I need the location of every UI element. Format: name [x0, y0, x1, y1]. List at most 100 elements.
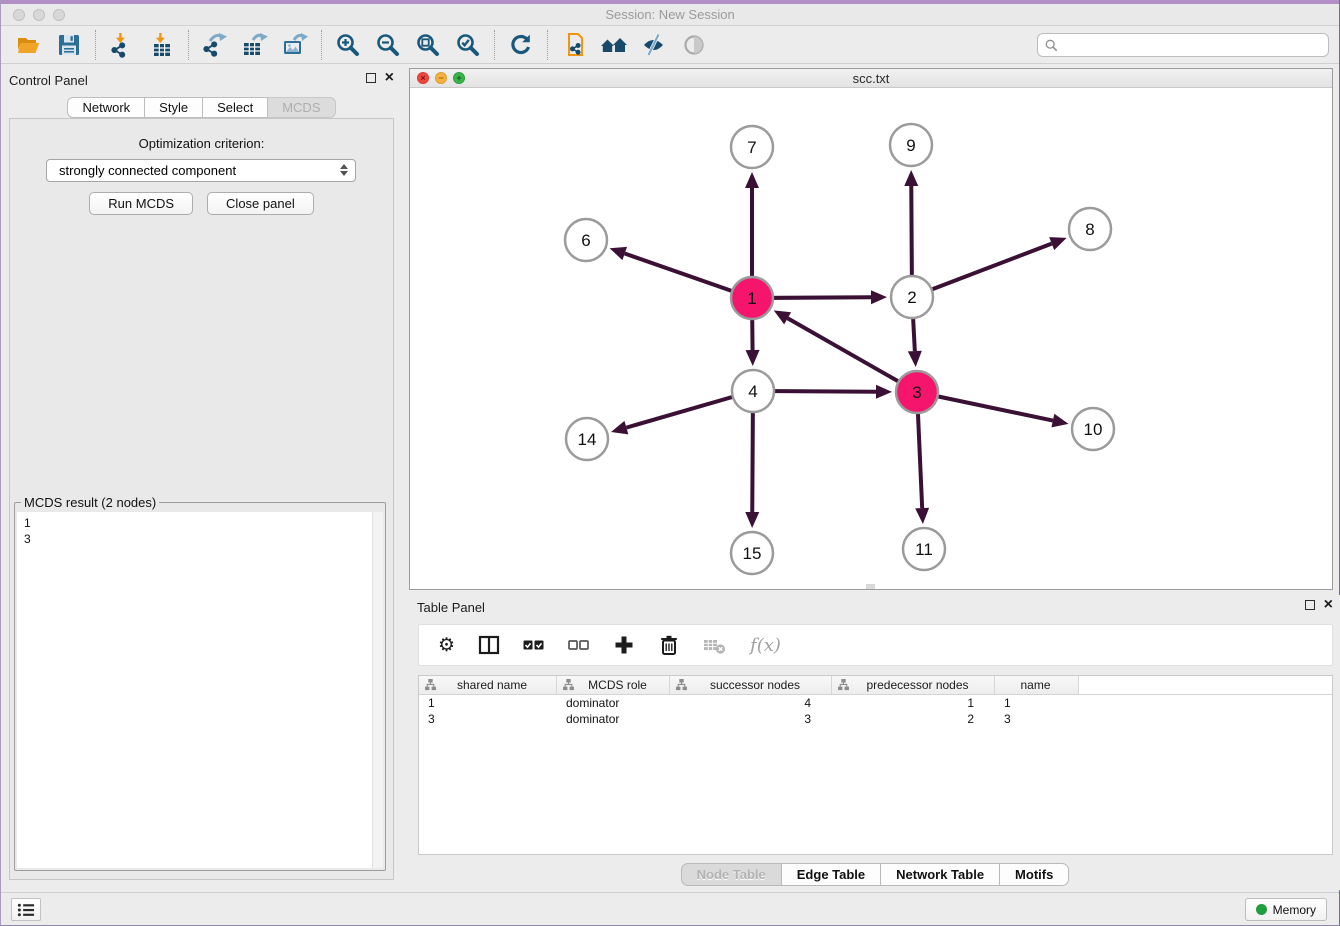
flow-icon [676, 679, 687, 691]
run-mcds-button[interactable]: Run MCDS [89, 192, 193, 215]
flow-icon [563, 679, 574, 691]
zoom-selected-button[interactable] [448, 29, 488, 61]
export-image-button[interactable] [275, 29, 315, 61]
mcds-result-line: 3 [17, 531, 383, 547]
birds-eye-button[interactable] [674, 29, 714, 61]
export-network-button[interactable] [195, 29, 235, 61]
hide-details-button[interactable] [634, 29, 674, 61]
zoom-out-icon [375, 32, 401, 58]
open-session-button[interactable] [9, 29, 49, 61]
result-scrollbar[interactable] [372, 512, 383, 868]
refresh-button[interactable] [501, 29, 541, 61]
graph-node-label: 1 [747, 289, 756, 308]
column-header-predecessor-nodes[interactable]: predecessor nodes [832, 676, 995, 694]
network-graph: 1234678910111415 [410, 88, 1332, 589]
delete-table-button[interactable] [703, 634, 727, 656]
network-window-titlebar[interactable]: × − + scc.txt [410, 69, 1332, 88]
columns-icon [478, 634, 500, 656]
toolbar-separator [321, 30, 322, 60]
memory-status-icon [1256, 904, 1267, 915]
search-input[interactable] [1063, 38, 1321, 52]
column-header-successor-nodes[interactable]: successor nodes [670, 676, 832, 694]
save-icon [56, 32, 82, 58]
node-table: shared name MCDS role successor nodes pr… [418, 675, 1333, 855]
float-table-panel-icon[interactable] [1305, 600, 1315, 610]
zoom-out-button[interactable] [368, 29, 408, 61]
tab-network[interactable]: Network [67, 97, 145, 118]
table-toolbar: ⚙ [418, 624, 1333, 666]
table-settings-button[interactable]: ⚙ [438, 636, 455, 655]
select-all-rows-button[interactable] [523, 634, 545, 656]
tab-node-table[interactable]: Node Table [681, 863, 782, 886]
toolbar-separator [188, 30, 189, 60]
tab-select[interactable]: Select [203, 97, 268, 118]
show-columns-button[interactable] [478, 634, 500, 656]
mcds-tab-panel: Optimization criterion: strongly connect… [9, 118, 394, 880]
graph-edge[interactable] [912, 244, 1052, 297]
task-history-button[interactable] [11, 898, 41, 921]
tab-edge-table[interactable]: Edge Table [782, 863, 881, 886]
export-table-button[interactable] [235, 29, 275, 61]
network-view-title: scc.txt [410, 71, 1332, 86]
tab-network-table[interactable]: Network Table [881, 863, 1000, 886]
add-column-button[interactable] [613, 634, 635, 656]
table-row[interactable]: 3 dominator 3 2 3 [419, 711, 1332, 727]
optimization-criterion-label: Optimization criterion: [10, 136, 393, 151]
table-row[interactable]: 1 dominator 4 1 1 [419, 695, 1332, 711]
deselect-all-icon [568, 634, 590, 656]
graph-node-label: 15 [743, 544, 762, 563]
control-panel-tabs: Network Style Select MCDS [1, 97, 402, 118]
close-table-panel-icon[interactable]: × [1324, 600, 1333, 610]
deselect-all-rows-button[interactable] [568, 634, 590, 656]
table-panel: Table Panel × ⚙ [409, 595, 1340, 890]
trash-icon [658, 634, 680, 656]
function-icon: f(x) [750, 635, 781, 656]
session-title: Session: New Session [1, 7, 1339, 22]
apply-function-button[interactable]: f(x) [750, 635, 781, 656]
close-panel-icon[interactable]: × [385, 73, 394, 83]
float-panel-icon[interactable] [366, 73, 376, 83]
cell-mcds-role: dominator [557, 711, 670, 727]
criterion-select[interactable]: strongly connected component [46, 159, 356, 182]
mcds-result-area[interactable]: 1 3 [17, 512, 383, 868]
tab-style[interactable]: Style [145, 97, 203, 118]
control-panel-header: Control Panel × [1, 68, 402, 94]
graph-node-label: 3 [912, 383, 921, 402]
graph-node-label: 11 [915, 540, 933, 559]
graph-edge[interactable] [788, 318, 917, 392]
graph-node-label: 9 [906, 136, 915, 155]
column-header-mcds-role[interactable]: MCDS role [557, 676, 670, 694]
save-session-button[interactable] [49, 29, 89, 61]
column-header-shared-name[interactable]: shared name [419, 676, 557, 694]
canvas-resize-handle[interactable] [866, 584, 875, 589]
close-panel-button[interactable]: Close panel [207, 192, 314, 215]
cell-mcds-role: dominator [557, 695, 670, 711]
column-header-name[interactable]: name [995, 676, 1079, 694]
search-field[interactable] [1037, 33, 1329, 57]
graph-node-label: 10 [1084, 420, 1103, 439]
import-table-icon [149, 32, 175, 58]
import-table-button[interactable] [142, 29, 182, 61]
tab-motifs[interactable]: Motifs [1000, 863, 1069, 886]
clone-network-button[interactable] [554, 29, 594, 61]
import-network-button[interactable] [102, 29, 142, 61]
home-button[interactable] [594, 29, 634, 61]
cell-successor-nodes: 4 [670, 695, 832, 711]
memory-button[interactable]: Memory [1245, 898, 1327, 921]
refresh-icon [508, 32, 534, 58]
delete-column-button[interactable] [658, 634, 680, 656]
zoom-fit-button[interactable] [408, 29, 448, 61]
zoom-in-button[interactable] [328, 29, 368, 61]
network-window: × − + scc.txt 1234678910111415 [409, 68, 1333, 590]
network-canvas[interactable]: 1234678910111415 [410, 88, 1332, 589]
select-all-icon [523, 634, 545, 656]
main-toolbar [1, 26, 1339, 64]
eye-icon [681, 32, 707, 58]
flow-icon [838, 679, 849, 691]
graph-node-label: 2 [907, 288, 916, 307]
tab-mcds[interactable]: MCDS [268, 97, 335, 118]
control-panel: Control Panel × Network Style Select MCD… [1, 68, 402, 888]
graph-node-label: 7 [747, 138, 756, 157]
gear-icon: ⚙ [438, 636, 455, 655]
table-panel-title: Table Panel [417, 600, 485, 615]
